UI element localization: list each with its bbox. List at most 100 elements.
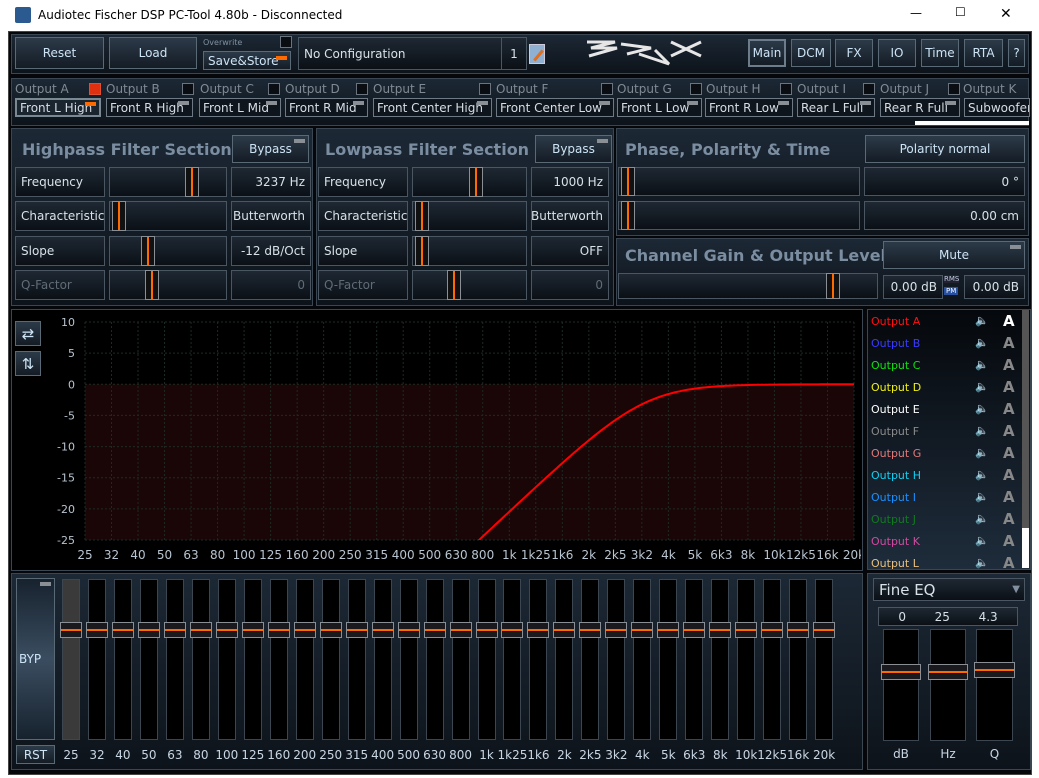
phase-value[interactable]: 0 ° [864,167,1025,196]
speaker-icon[interactable]: 🔈 [975,402,989,415]
eq-band-slider[interactable] [60,579,82,740]
output-link-checkbox[interactable] [479,83,491,95]
speaker-icon[interactable]: 🔈 [975,534,989,547]
output-channel-button[interactable]: Front L Mid [199,98,281,117]
swap-vertical-button[interactable]: ⇅ [15,351,41,376]
eq-band-slider[interactable] [761,579,784,740]
output-channel-button[interactable]: Front L Low [617,98,702,117]
eq-band-thumb[interactable] [85,622,108,638]
output-channel-button[interactable]: Front R Mid [285,98,368,117]
legend-item[interactable]: Output B [871,337,920,350]
highpass-row-value[interactable]: 3237 Hz [231,167,311,197]
eq-band-slider[interactable] [605,579,628,740]
speaker-icon[interactable]: 🔈 [975,468,989,481]
show-curve-toggle[interactable]: A [1003,400,1015,418]
eq-band-slider[interactable] [85,579,108,740]
show-curve-toggle[interactable]: A [1003,444,1015,462]
eq-band-slider[interactable] [371,579,394,740]
eq-band-slider[interactable] [735,579,758,740]
output-link-checkbox[interactable] [182,83,194,95]
fader-thumb[interactable] [928,664,968,680]
eq-band-thumb[interactable] [241,622,264,638]
eq-band-slider[interactable] [189,579,212,740]
eq-band-slider[interactable] [137,579,160,740]
output-link-checkbox[interactable] [780,83,792,95]
config-slot-field[interactable]: 1 [501,37,527,70]
show-curve-toggle[interactable]: A [1003,488,1015,506]
eq-band-thumb[interactable] [319,622,342,638]
output-link-checkbox[interactable] [863,83,875,95]
output-link-checkbox[interactable] [948,83,960,95]
polarity-button[interactable]: Polarity normal [865,135,1025,163]
show-curve-toggle[interactable]: A [1003,466,1015,484]
legend-item[interactable]: Output I [871,491,916,504]
output-link-checkbox[interactable] [268,83,280,95]
speaker-icon[interactable]: 🔈 [975,380,989,393]
nav-help-button[interactable]: ? [1008,39,1025,67]
config-name-field[interactable]: No Configuration [298,37,502,70]
fader-thumb[interactable] [974,662,1015,678]
show-curve-toggle[interactable]: A [1003,532,1015,550]
gain-slider-thumb[interactable] [826,273,840,299]
lowpass-row-value[interactable]: 0 [531,270,609,300]
eq-band-slider[interactable] [111,579,134,740]
eq-band-thumb[interactable] [163,622,186,638]
slider-thumb[interactable] [447,270,461,300]
lowpass-bypass-button[interactable]: Bypass [535,135,612,163]
output-channel-button[interactable]: Rear R Full [880,98,960,117]
eq-band-slider[interactable] [215,579,238,740]
lowpass-q-factor-slider[interactable] [412,270,527,300]
output-link-checkbox[interactable] [89,83,101,95]
speaker-icon[interactable]: 🔈 [975,446,989,459]
eq-bypass-button[interactable]: BYP [16,578,55,740]
speaker-icon[interactable]: 🔈 [975,556,989,569]
legend-item[interactable]: Output L [871,557,919,570]
eq-band-thumb[interactable] [267,622,290,638]
lowpass-row-value[interactable]: 1000 Hz [531,167,609,197]
slider-thumb[interactable] [185,167,199,197]
eq-band-slider[interactable] [267,579,290,740]
highpass-slope-slider[interactable] [109,236,227,266]
reset-button[interactable]: Reset [15,37,104,69]
speaker-icon[interactable]: 🔈 [975,336,989,349]
legend-item[interactable]: Output D [871,381,921,394]
eq-band-thumb[interactable] [397,622,420,638]
slider-thumb[interactable] [415,236,429,266]
eq-band-slider[interactable] [579,579,602,740]
eq-band-thumb[interactable] [137,622,160,638]
legend-item[interactable]: Output K [871,535,920,548]
output-link-checkbox[interactable] [356,83,368,95]
slider-thumb[interactable] [415,201,429,231]
rms-badge[interactable]: RMS [944,275,960,283]
eq-band-thumb[interactable] [60,622,82,638]
pm-badge[interactable]: PM [944,287,959,295]
speaker-icon[interactable]: 🔈 [975,314,989,327]
legend-item[interactable]: Output H [871,469,921,482]
eq-band-thumb[interactable] [527,622,550,638]
eq-band-thumb[interactable] [215,622,238,638]
eq-band-slider[interactable] [345,579,368,740]
eq-band-thumb[interactable] [189,622,212,638]
phase-slider[interactable] [618,167,860,196]
lowpass-characteristic-slider[interactable] [412,201,527,231]
eq-reset-button[interactable]: RST [16,745,55,764]
eq-band-thumb[interactable] [631,622,654,638]
legend-item[interactable]: Output A [871,315,920,328]
eq-mode-dropdown[interactable]: Fine EQ ▼ [873,578,1025,601]
highpass-row-value[interactable]: Butterworth [231,201,311,231]
highpass-q-factor-slider[interactable] [109,270,227,300]
lowpass-frequency-slider[interactable] [412,167,527,197]
eq-band-thumb[interactable] [475,622,498,638]
eq-band-thumb[interactable] [423,622,446,638]
legend-scrollbar-thumb[interactable] [1022,528,1029,568]
eq-band-slider[interactable] [787,579,810,740]
eq-band-slider[interactable] [423,579,446,740]
lowpass-row-value[interactable]: Butterworth [531,201,609,231]
eq-band-thumb[interactable] [761,622,784,638]
output-channel-button[interactable]: Front R High [106,98,193,117]
legend-item[interactable]: Output G [871,447,921,460]
nav-rta-button[interactable]: RTA [964,39,1003,67]
eq-band-slider[interactable] [449,579,472,740]
legend-item[interactable]: Output J [871,513,916,526]
phase-slider-thumb[interactable] [621,167,635,196]
